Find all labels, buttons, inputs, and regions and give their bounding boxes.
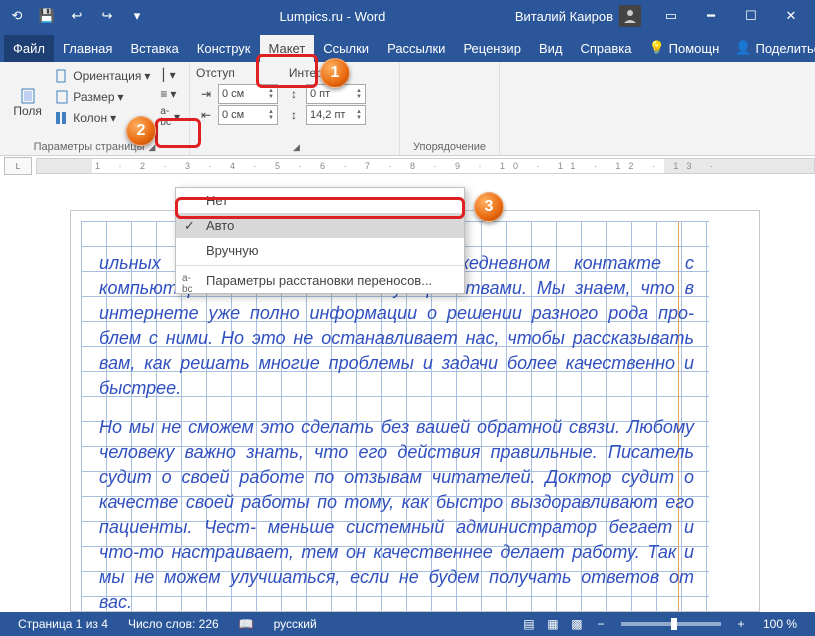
user-name: Виталий Каиров: [515, 9, 613, 24]
share-button[interactable]: 👤 Поделиться: [727, 34, 815, 62]
check-icon: ✓: [184, 218, 195, 234]
size-icon: [54, 89, 70, 105]
callout-1: 1: [320, 58, 350, 88]
undo-icon[interactable]: ↩: [64, 3, 90, 29]
space-after-value: 14,2 пт: [310, 109, 345, 121]
redo-icon[interactable]: ↪: [94, 3, 120, 29]
space-after-input[interactable]: 14,2 пт▲▼: [306, 105, 366, 125]
share-label: Поделиться: [755, 41, 815, 56]
size-button[interactable]: Размер ▾: [51, 87, 153, 107]
margins-icon: [20, 88, 36, 104]
indent-left-icon: ⇥: [196, 87, 216, 101]
ribbon-options-icon[interactable]: ▭: [651, 0, 691, 32]
tell-me[interactable]: 💡 Помощн: [640, 34, 727, 62]
zoom-in-icon[interactable]: +: [729, 614, 753, 634]
orientation-icon: [54, 68, 70, 84]
orientation-button[interactable]: Ориентация▾: [51, 66, 153, 86]
chevron-down-icon: ▾: [110, 111, 116, 125]
minimize-icon[interactable]: ━: [691, 0, 731, 32]
menu-options[interactable]: a-bc Параметры расстановки переносов...: [176, 268, 464, 293]
view-print-icon[interactable]: ▦: [541, 614, 565, 634]
tab-home[interactable]: Главная: [54, 35, 121, 62]
page-setup-label: Параметры страницы: [34, 141, 145, 153]
status-words[interactable]: Число слов: 226: [118, 617, 229, 631]
hyphenation-menu: Нет ✓ Авто Вручную a-bc Параметры расстано…: [175, 187, 465, 294]
tab-references[interactable]: Ссылки: [314, 35, 378, 62]
zoom-slider[interactable]: [621, 622, 721, 626]
arrange-label: Упорядочение: [406, 139, 493, 153]
breaks-button[interactable]: ⎮▾: [157, 66, 183, 84]
margins-label: Поля: [13, 104, 42, 118]
linenum-icon: ≡: [160, 87, 167, 101]
menu-none-label: Нет: [206, 193, 228, 208]
share-icon: 👤: [735, 40, 751, 56]
autosave-icon[interactable]: ⟲: [4, 3, 30, 29]
menu-auto-label: Авто: [206, 218, 234, 233]
tab-selector[interactable]: L: [4, 157, 32, 175]
space-before-value: 0 пт: [310, 88, 330, 100]
indent-left-input[interactable]: 0 см▲▼: [218, 84, 278, 104]
hyphen-options-icon: a-bc: [182, 273, 193, 295]
size-label: Размер: [73, 90, 114, 104]
status-language[interactable]: русский: [264, 617, 327, 631]
view-web-icon[interactable]: ▩: [565, 614, 589, 634]
hyphenation-button[interactable]: a-bc▾: [157, 104, 183, 130]
breaks-icon: ⎮: [160, 68, 166, 82]
columns-label: Колон: [73, 111, 107, 125]
callout-2: 2: [126, 116, 156, 146]
avatar[interactable]: [619, 5, 641, 27]
hyphen-icon: a-bc: [160, 106, 171, 128]
tab-help[interactable]: Справка: [571, 35, 640, 62]
status-page[interactable]: Страница 1 из 4: [8, 617, 118, 631]
paragraph-2: Но мы не сможем это сделать без вашей об…: [99, 415, 694, 612]
view-read-icon[interactable]: ▤: [517, 614, 541, 634]
menu-options-label: Параметры расстановки переносов...: [206, 273, 432, 288]
qat-customize-icon[interactable]: ▾: [124, 3, 150, 29]
tab-file[interactable]: Файл: [4, 35, 54, 62]
status-proof[interactable]: 📖: [229, 617, 264, 631]
tab-layout[interactable]: Макет: [260, 35, 315, 62]
bulb-icon: 💡: [648, 40, 664, 56]
tab-review[interactable]: Рецензир: [454, 35, 530, 62]
space-before-icon: ↕: [284, 87, 304, 101]
chevron-down-icon: ▾: [144, 69, 150, 83]
tab-insert[interactable]: Вставка: [121, 35, 187, 62]
chevron-down-icon: ▾: [118, 90, 124, 104]
space-after-icon: ↕: [284, 108, 304, 122]
indent-right-value: 0 см: [222, 109, 244, 121]
indent-left-value: 0 см: [222, 88, 244, 100]
menu-none[interactable]: Нет: [176, 188, 464, 213]
indent-header: Отступ: [196, 66, 235, 80]
close-icon[interactable]: ✕: [771, 0, 811, 32]
indent-right-input[interactable]: 0 см▲▼: [218, 105, 278, 125]
horizontal-ruler[interactable]: 1 · 2 · 3 · 4 · 5 · 6 · 7 · 8 · 9 · 10 ·…: [36, 158, 815, 174]
zoom-out-icon[interactable]: −: [589, 614, 613, 634]
tab-mailings[interactable]: Рассылки: [378, 35, 454, 62]
menu-manual[interactable]: Вручную: [176, 238, 464, 263]
maximize-icon[interactable]: ☐: [731, 0, 771, 32]
indent-right-icon: ⇤: [196, 108, 216, 122]
menu-auto[interactable]: ✓ Авто: [176, 213, 464, 238]
margins-button[interactable]: Поля: [6, 66, 49, 139]
columns-icon: [54, 110, 70, 126]
tell-label: Помощн: [669, 41, 720, 56]
orientation-label: Ориентация: [73, 69, 141, 83]
paragraph-launcher[interactable]: ◢: [289, 142, 300, 152]
menu-manual-label: Вручную: [206, 243, 258, 258]
zoom-level[interactable]: 100 %: [753, 617, 807, 631]
save-icon[interactable]: 💾: [34, 3, 60, 29]
tab-design[interactable]: Конструк: [188, 35, 260, 62]
callout-3: 3: [474, 192, 504, 222]
line-numbers-button[interactable]: ≡▾: [157, 85, 183, 103]
tab-view[interactable]: Вид: [530, 35, 572, 62]
window-title: Lumpics.ru - Word: [150, 9, 515, 24]
document-text[interactable]: ильных идей помогать вам в ежедневном ко…: [99, 251, 694, 612]
